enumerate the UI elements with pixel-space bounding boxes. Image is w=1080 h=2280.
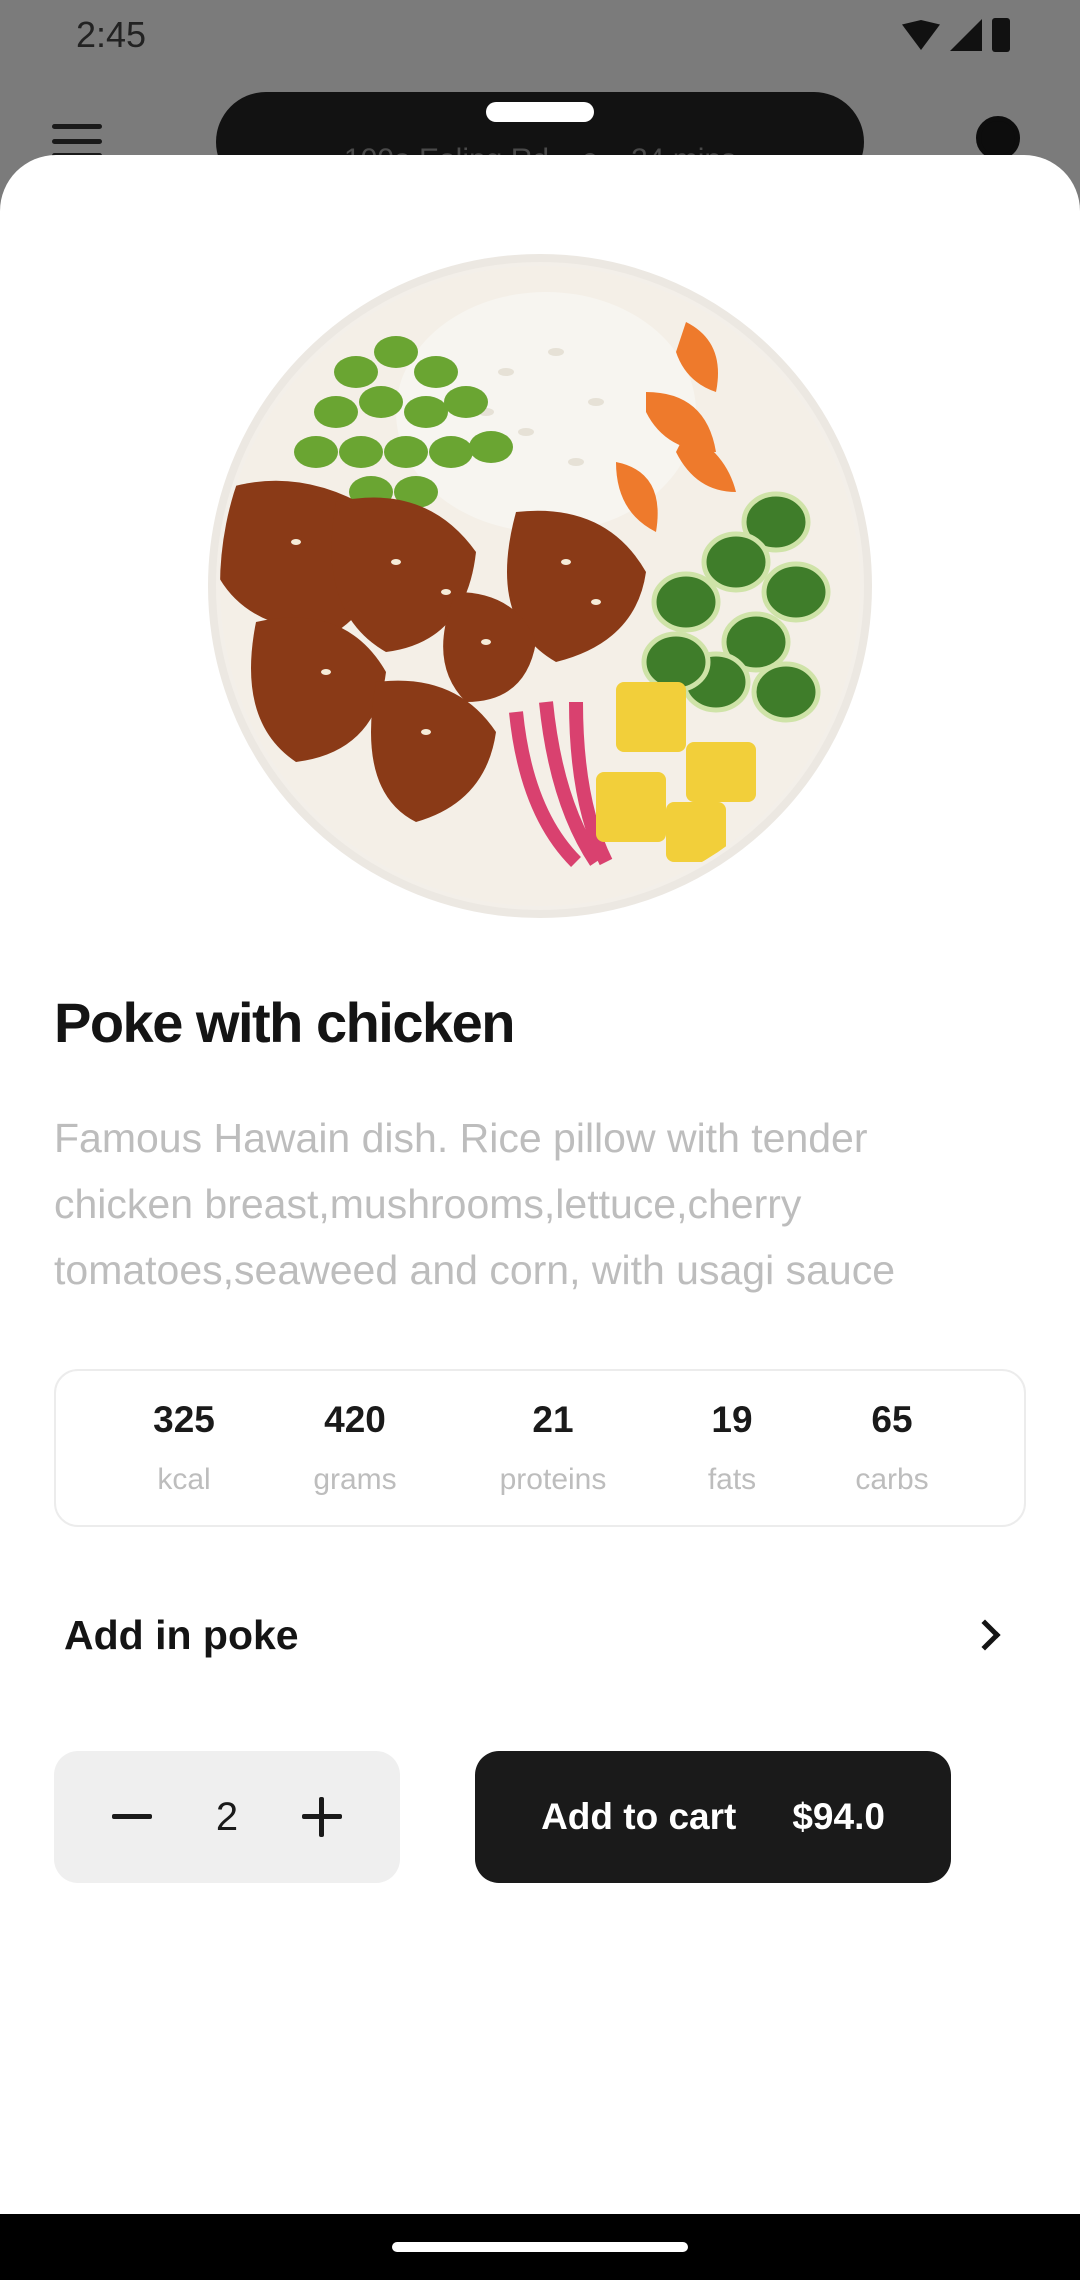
- status-icons: [902, 18, 1010, 52]
- add-in-poke-row[interactable]: Add in poke: [54, 1575, 1026, 1695]
- nutrition-value: 325: [153, 1399, 215, 1440]
- nutrition-label: kcal: [157, 1463, 211, 1496]
- home-indicator[interactable]: [392, 2242, 688, 2252]
- nutrition-carbs: 65 carbs: [792, 1399, 992, 1497]
- nutrition-grams: 420 grams: [255, 1399, 455, 1497]
- nutrition-label: proteins: [499, 1463, 607, 1496]
- add-in-poke-label: Add in poke: [64, 1611, 299, 1658]
- status-bar: 2:45: [0, 0, 1080, 70]
- dish-image: [208, 254, 872, 918]
- decrement-button[interactable]: [110, 1795, 154, 1839]
- nutrition-proteins: 21 proteins: [453, 1399, 653, 1497]
- nutrition-value: 65: [871, 1399, 913, 1440]
- product-sheet: Poke with chicken Famous Hawain dish. Ri…: [0, 155, 1080, 2215]
- dish-description: Famous Hawain dish. Rice pillow with ten…: [54, 1115, 896, 1293]
- minus-icon: [112, 1814, 152, 1819]
- nutrition-label: carbs: [855, 1463, 929, 1496]
- battery-icon: [992, 18, 1010, 52]
- system-nav-bar: [0, 2214, 1080, 2280]
- cart-price: $94.0: [792, 1796, 885, 1837]
- status-time: 2:45: [76, 14, 147, 55]
- chevron-right-icon: [969, 1619, 1001, 1651]
- profile-icon[interactable]: [976, 116, 1020, 160]
- nutrition-label: grams: [313, 1463, 397, 1496]
- add-to-cart-label: Add to cart: [541, 1796, 737, 1837]
- dish-title: Poke with chicken: [54, 991, 516, 1054]
- quantity-stepper: 2: [54, 1751, 400, 1883]
- add-to-cart-button[interactable]: Add to cart $94.0: [475, 1751, 951, 1883]
- increment-button[interactable]: [300, 1795, 344, 1839]
- signal-icon: [950, 19, 982, 51]
- menu-icon[interactable]: [52, 124, 102, 158]
- nutrition-kcal: 325 kcal: [84, 1399, 284, 1497]
- nutrition-value: 21: [532, 1399, 574, 1440]
- nutrition-card: 325 kcal 420 grams 21 proteins 19 fats 6…: [54, 1369, 1026, 1527]
- nutrition-value: 420: [324, 1399, 386, 1440]
- wifi-icon: [902, 20, 940, 50]
- quantity-value: 2: [215, 1794, 239, 1839]
- sheet-drag-handle[interactable]: [486, 102, 594, 122]
- poke-bowl-illustration: [220, 266, 860, 906]
